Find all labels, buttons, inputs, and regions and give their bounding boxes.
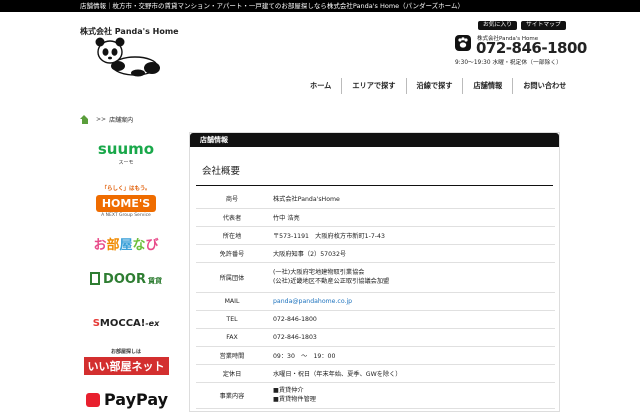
table-row: MAIL panda@pandahome.co.jp (196, 292, 555, 311)
suumo-logo-text: suumo (97, 140, 155, 158)
table-row: 事業内容 ■賃貸仲介 ■賃貸物件管理 (196, 382, 555, 409)
table-row: 商号 株式会社Panda'sHome (196, 190, 555, 209)
nav-home[interactable]: ホーム (300, 78, 341, 94)
row-label: 営業時間 (196, 346, 268, 365)
row-label: 免許番号 (196, 244, 268, 263)
door-logo-text: DOOR (103, 272, 146, 287)
smocca-logo-text: MOCCA! (99, 318, 146, 329)
home-icon[interactable] (80, 114, 89, 124)
door-sub-text: 賃貸 (147, 277, 162, 285)
breadcrumb-separator: >> (96, 115, 107, 123)
row-label: FAX (196, 328, 268, 347)
oheya-navi-banner[interactable]: お部屋なび (80, 230, 172, 266)
row-label: 所在地 (196, 226, 268, 245)
smocca-banner[interactable]: SMOCCA!-ex (80, 306, 172, 346)
breadcrumb-current: 店舗案内 (109, 116, 134, 124)
homes-logo-text: HOME'S (95, 195, 157, 212)
row-value: (一社)大阪府宅地建物取引業協会 (公社)近畿地区不動産公正取引協議会加盟 (268, 262, 555, 293)
homes-tagline: 「らしく」はもう。 (101, 186, 151, 192)
iiheya-logo-text: いい部屋ネット (83, 357, 169, 375)
section-title: 会社概要 (196, 163, 553, 186)
phone-number[interactable]: 072-846-1800 (476, 39, 587, 57)
paypay-icon (86, 393, 100, 407)
suumo-banner[interactable]: suumo スーモ (80, 128, 172, 178)
oheya-char: な (132, 238, 146, 253)
nav-area-search[interactable]: エリアで探す (341, 78, 405, 94)
door-icon (90, 272, 101, 285)
nav-store-info[interactable]: 店舗情報 (462, 78, 512, 94)
main-nav: ホーム エリアで探す 沿線で探す 店舗情報 お問い合わせ (300, 78, 576, 94)
panel-heading: 店舗情報 (190, 133, 559, 147)
table-row: 代表者 竹中 浩亮 (196, 208, 555, 227)
row-value: 072-846-1800 (268, 310, 555, 329)
row-label: 定休日 (196, 364, 268, 383)
row-value: 株式会社Panda'sHome (268, 190, 555, 209)
favorites-button[interactable]: お気に入り (478, 21, 517, 30)
logo-text: 株式会社 Panda's Home (80, 27, 179, 36)
header-contact: 株式会社Panda's Home 072-846-1800 9:30〜19:30… (455, 33, 587, 66)
row-value: 09：30 〜 19：00 (268, 346, 555, 365)
store-info-panel: 店舗情報 会社概要 商号 株式会社Panda'sHome 代表者 竹中 浩亮 所… (189, 132, 560, 412)
homes-sub-text: A NEXT Group Service (101, 213, 151, 218)
sitemap-button[interactable]: サイトマップ (521, 21, 566, 30)
row-value: ■賃貸仲介 ■賃貸物件管理 (268, 382, 555, 409)
iiheya-small-text: お部屋探しは (110, 349, 141, 355)
oheya-char: び (145, 238, 159, 253)
business-hours: 9:30〜19:30 水曜・祝定休（一部除く） (455, 60, 562, 66)
header-links: お気に入り サイトマップ (478, 21, 566, 30)
table-row: TEL 072-846-1800 (196, 310, 555, 329)
paypay-banner[interactable]: PayPay (80, 386, 172, 412)
smocca-s-text: S (92, 318, 100, 329)
company-info-table: 商号 株式会社Panda'sHome 代表者 竹中 浩亮 所在地 〒573-11… (196, 190, 555, 409)
table-row: 営業時間 09：30 〜 19：00 (196, 346, 555, 365)
table-row: 所属団体 (一社)大阪府宅地建物取引業協会 (公社)近畿地区不動産公正取引協議会… (196, 262, 555, 293)
paw-icon (455, 35, 471, 51)
row-label: MAIL (196, 292, 268, 311)
row-value: 〒573-1191 大阪府枚方市新町1-7-43 (268, 226, 555, 245)
oheya-char: 屋 (119, 238, 133, 253)
homes-banner[interactable]: 「らしく」はもう。 HOME'S A NEXT Group Service (80, 178, 172, 230)
row-value: 竹中 浩亮 (268, 208, 555, 227)
suumo-sub-text: スーモ (118, 160, 134, 166)
row-label: TEL (196, 310, 268, 329)
table-row: 定休日 水曜日・祝日（年末年始、夏季、GWを除く） (196, 364, 555, 383)
nav-line-search[interactable]: 沿線で探す (405, 78, 463, 94)
iiheya-net-banner[interactable]: お部屋探しは いい部屋ネット (80, 346, 172, 386)
oheya-char: 部 (106, 238, 120, 253)
smocca-ex-text: -ex (145, 319, 160, 328)
table-row: 所在地 〒573-1191 大阪府枚方市新町1-7-43 (196, 226, 555, 245)
sidebar-banners: suumo スーモ 「らしく」はもう。 HOME'S A NEXT Group … (80, 128, 172, 412)
email-link[interactable]: panda@pandahome.co.jp (268, 292, 555, 311)
row-value: 072-846-1803 (268, 328, 555, 347)
row-value: 大阪府知事（2）57032号 (268, 244, 555, 263)
row-label: 商号 (196, 190, 268, 209)
row-label: 代表者 (196, 208, 268, 227)
table-row: FAX 072-846-1803 (196, 328, 555, 347)
door-banner[interactable]: DOOR 賃貸 (80, 266, 172, 306)
nav-contact[interactable]: お問い合わせ (512, 78, 576, 94)
row-value: 水曜日・祝日（年末年始、夏季、GWを除く） (268, 364, 555, 383)
oheya-char: お (93, 238, 107, 253)
site-description-bar: 店舗情報｜枚方市・交野市の賃貸マンション・アパート・一戸建てのお部屋探しなら株式… (0, 0, 640, 12)
row-label: 所属団体 (196, 262, 268, 293)
breadcrumb: >> 店舗案内 (80, 113, 133, 125)
row-label: 事業内容 (196, 382, 268, 409)
table-row: 免許番号 大阪府知事（2）57032号 (196, 244, 555, 263)
